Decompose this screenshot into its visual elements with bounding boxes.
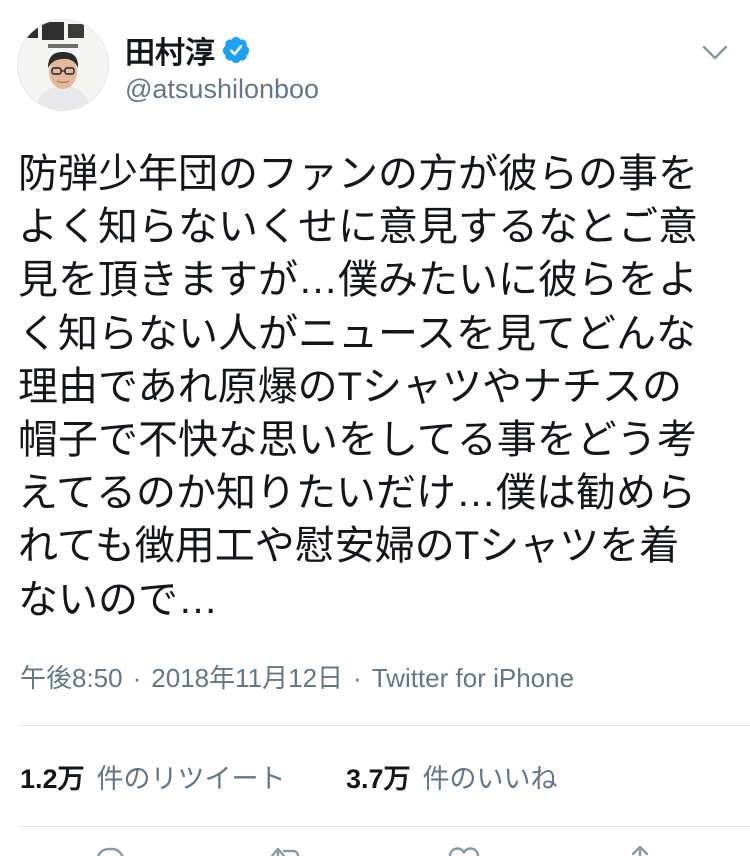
- tweet-date: 2018年11月12日: [151, 663, 344, 693]
- tweet-meta: 午後8:50 · 2018年11月12日 · Twitter for iPhone: [20, 658, 574, 695]
- retweet-label: 件のリツイート: [96, 764, 286, 794]
- like-icon[interactable]: [446, 844, 482, 856]
- like-stats[interactable]: 3.7万 件のいいね: [346, 757, 558, 796]
- tweet-text-line: よく知らないくせに意見するなとご意: [18, 205, 698, 250]
- author-name[interactable]: 田村淳: [125, 28, 215, 72]
- tweet-text-line: 理由であれ原爆のTシャツやナチスの: [18, 364, 683, 409]
- tweet-actions: [0, 838, 750, 856]
- tweet-text: 防弾少年団のファンの方が彼らの事を よく知らないくせに意見するなとご意 見を頂き…: [18, 148, 732, 627]
- tweet-text-line: えてるのか知りたいだけ…僕は勧めら: [18, 471, 696, 516]
- like-label: 件のいいね: [422, 764, 558, 794]
- meta-separator: ·: [353, 663, 362, 693]
- tweet-text-line: ないので…: [18, 577, 218, 622]
- tweet-text-line: 見を頂きますが…僕みたいに彼らをよ: [18, 258, 698, 303]
- divider: [20, 725, 750, 726]
- retweet-stats[interactable]: 1.2万 件のリツイート: [20, 757, 286, 796]
- tweet-time: 午後8:50: [20, 663, 123, 693]
- reply-icon[interactable]: [92, 844, 128, 856]
- tweet-source-link[interactable]: Twitter for iPhone: [372, 663, 574, 693]
- retweet-icon[interactable]: [268, 844, 304, 856]
- tweet-text-line: 帽子で不快な思いをしてる事をどう考: [18, 417, 697, 462]
- avatar-photo: [18, 20, 108, 110]
- share-icon[interactable]: [622, 844, 658, 856]
- tweet-text-line: 防弾少年団のファンの方が彼らの事を: [18, 152, 698, 196]
- divider: [20, 826, 750, 827]
- author-name-row[interactable]: 田村淳: [125, 30, 251, 70]
- verified-badge-icon: [221, 35, 251, 65]
- chevron-down-icon[interactable]: [696, 38, 734, 68]
- retweet-count: 1.2万: [20, 764, 85, 794]
- tweet-text-line: く知らない人がニュースを見てどんな: [18, 311, 696, 356]
- meta-separator: ·: [132, 663, 142, 693]
- avatar[interactable]: [18, 20, 108, 110]
- author-handle[interactable]: @atsushilonboo: [125, 74, 319, 105]
- like-count: 3.7万: [346, 764, 411, 794]
- tweet-text-line: れても徴用工や慰安婦のTシャツを着: [18, 524, 680, 569]
